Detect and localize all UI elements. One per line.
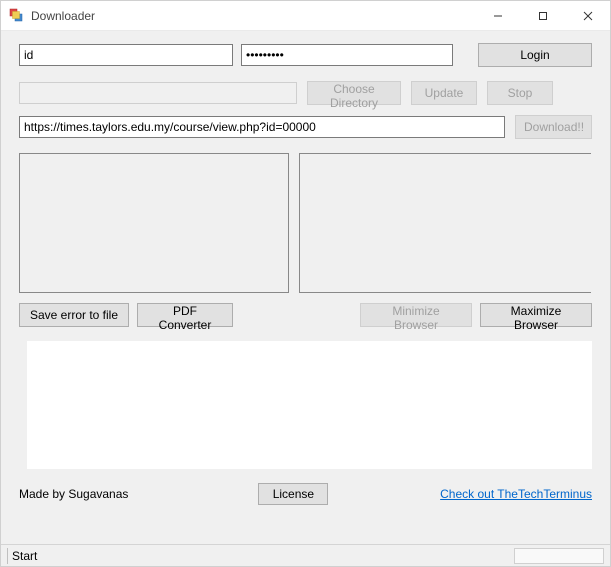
panels-row [1, 139, 610, 293]
window-title: Downloader [31, 9, 475, 23]
password-input[interactable] [241, 44, 453, 66]
app-icon [9, 8, 25, 24]
status-progress [514, 548, 604, 564]
titlebar: Downloader [1, 1, 610, 31]
credit-label: Made by Sugavanas [19, 487, 128, 501]
actions-row: Save error to file PDF Converter Minimiz… [1, 293, 610, 327]
download-button[interactable]: Download!! [515, 115, 592, 139]
minimize-browser-button[interactable]: Minimize Browser [360, 303, 472, 327]
save-error-button[interactable]: Save error to file [19, 303, 129, 327]
close-window-button[interactable] [565, 1, 610, 30]
maximize-browser-button[interactable]: Maximize Browser [480, 303, 592, 327]
status-separator [7, 548, 8, 564]
stop-button[interactable]: Stop [487, 81, 553, 105]
statusbar: Start [1, 544, 610, 566]
maximize-window-button[interactable] [520, 1, 565, 30]
login-button[interactable]: Login [478, 43, 592, 67]
status-text: Start [12, 549, 37, 563]
window-frame: Downloader Login Choose Directory Update [0, 0, 611, 567]
update-button[interactable]: Update [411, 81, 477, 105]
log-panel [27, 341, 592, 469]
license-button[interactable]: License [258, 483, 328, 505]
client-area: Login Choose Directory Update Stop Downl… [1, 31, 610, 544]
footer-row: Made by Sugavanas License Check out TheT… [1, 469, 610, 511]
window-controls [475, 1, 610, 30]
right-list-panel[interactable] [299, 153, 591, 293]
minimize-window-button[interactable] [475, 1, 520, 30]
directory-display [19, 82, 297, 104]
left-list-panel[interactable] [19, 153, 289, 293]
url-row: Download!! [1, 115, 610, 139]
login-row: Login [1, 31, 610, 67]
url-input[interactable] [19, 116, 505, 138]
tech-terminus-link[interactable]: Check out TheTechTerminus [440, 487, 592, 501]
choose-directory-button[interactable]: Choose Directory [307, 81, 401, 105]
id-input[interactable] [19, 44, 233, 66]
directory-row: Choose Directory Update Stop [1, 81, 610, 105]
pdf-converter-button[interactable]: PDF Converter [137, 303, 233, 327]
